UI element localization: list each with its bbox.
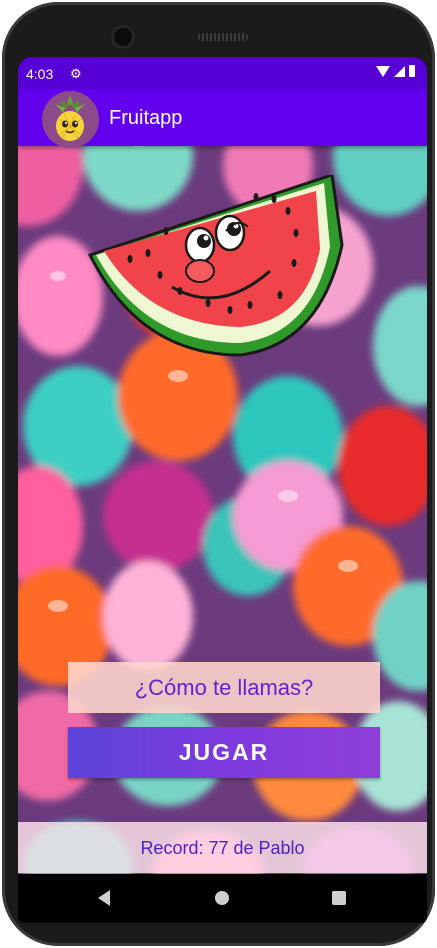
- app-bar: Fruitapp: [18, 89, 427, 148]
- earpiece-speaker: [198, 33, 248, 41]
- status-bar: 4:03 ⚙: [18, 57, 427, 89]
- screen: 4:03 ⚙ Fruitapp ¿Cómo te llamas? JUGAR R…: [18, 57, 427, 923]
- name-input[interactable]: [68, 662, 380, 713]
- status-time: 4:03: [26, 66, 54, 82]
- battery-icon: [409, 65, 415, 77]
- app-title: Fruitapp: [109, 107, 183, 129]
- record-panel: Record: 77 de Pablo: [18, 822, 427, 873]
- gear-icon: ⚙: [70, 66, 82, 81]
- phone-frame: 4:03 ⚙ Fruitapp ¿Cómo te llamas? JUGAR R…: [2, 2, 435, 946]
- record-text: Record: 77 de Pablo: [140, 838, 305, 858]
- status-icons: [376, 65, 415, 77]
- wifi-icon: [376, 65, 390, 77]
- navigation-bar: [18, 874, 427, 923]
- home-icon[interactable]: [215, 891, 229, 905]
- front-camera: [114, 28, 132, 46]
- recents-icon[interactable]: [332, 891, 346, 905]
- watermelon-mascot: [87, 175, 344, 357]
- pineapple-logo-icon: [42, 91, 99, 148]
- signal-icon: [394, 65, 405, 77]
- main-content: JUGAR Record: 77 de Pablo: [18, 146, 427, 874]
- play-button[interactable]: JUGAR: [68, 727, 380, 778]
- back-icon[interactable]: [98, 890, 110, 906]
